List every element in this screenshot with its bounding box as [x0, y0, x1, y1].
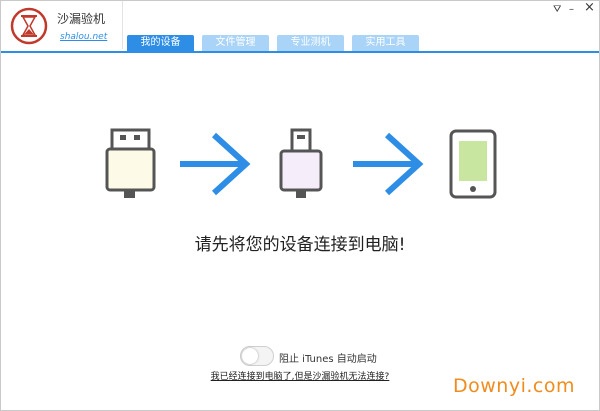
menu-icon[interactable]: ⛛ [553, 4, 561, 16]
app-url-link[interactable]: shalou.net [60, 32, 107, 42]
toggle-label: 阻止 iTunes 自动启动 [279, 354, 377, 365]
connect-prompt: 请先将您的设备连接到电脑! [194, 235, 406, 255]
header: 沙漏验机 shalou.net 我的设备 文件管理 专业测机 实用工具 ⛛ – … [1, 1, 599, 53]
arrow-right-icon [353, 132, 424, 196]
brand: 沙漏验机 shalou.net [1, 1, 123, 49]
arrow-right-icon [180, 132, 251, 196]
main-panel: 请先将您的设备连接到电脑! 阻止 iTunes 自动启动 [1, 53, 599, 410]
tab-utilities[interactable]: 实用工具 [352, 35, 419, 51]
close-button[interactable]: × [584, 1, 595, 14]
tab-file-manager[interactable]: 文件管理 [202, 35, 269, 51]
lightning-plug-icon [279, 128, 323, 198]
hourglass-logo-icon [10, 7, 48, 45]
itunes-autostart-toggle[interactable] [240, 346, 274, 366]
watermark: Downyi.com [453, 375, 575, 397]
app-name: 沙漏验机 [57, 12, 106, 26]
app-window: 沙漏验机 shalou.net 我的设备 文件管理 专业测机 实用工具 ⛛ – … [0, 0, 600, 411]
usb-plug-icon [105, 128, 156, 198]
connection-illustration [105, 128, 497, 199]
tab-pro-test[interactable]: 专业测机 [277, 35, 344, 51]
tab-my-device[interactable]: 我的设备 [127, 35, 194, 51]
phone-icon [449, 129, 497, 199]
toggle-knob [242, 348, 258, 364]
minimize-button[interactable]: – [569, 4, 574, 16]
